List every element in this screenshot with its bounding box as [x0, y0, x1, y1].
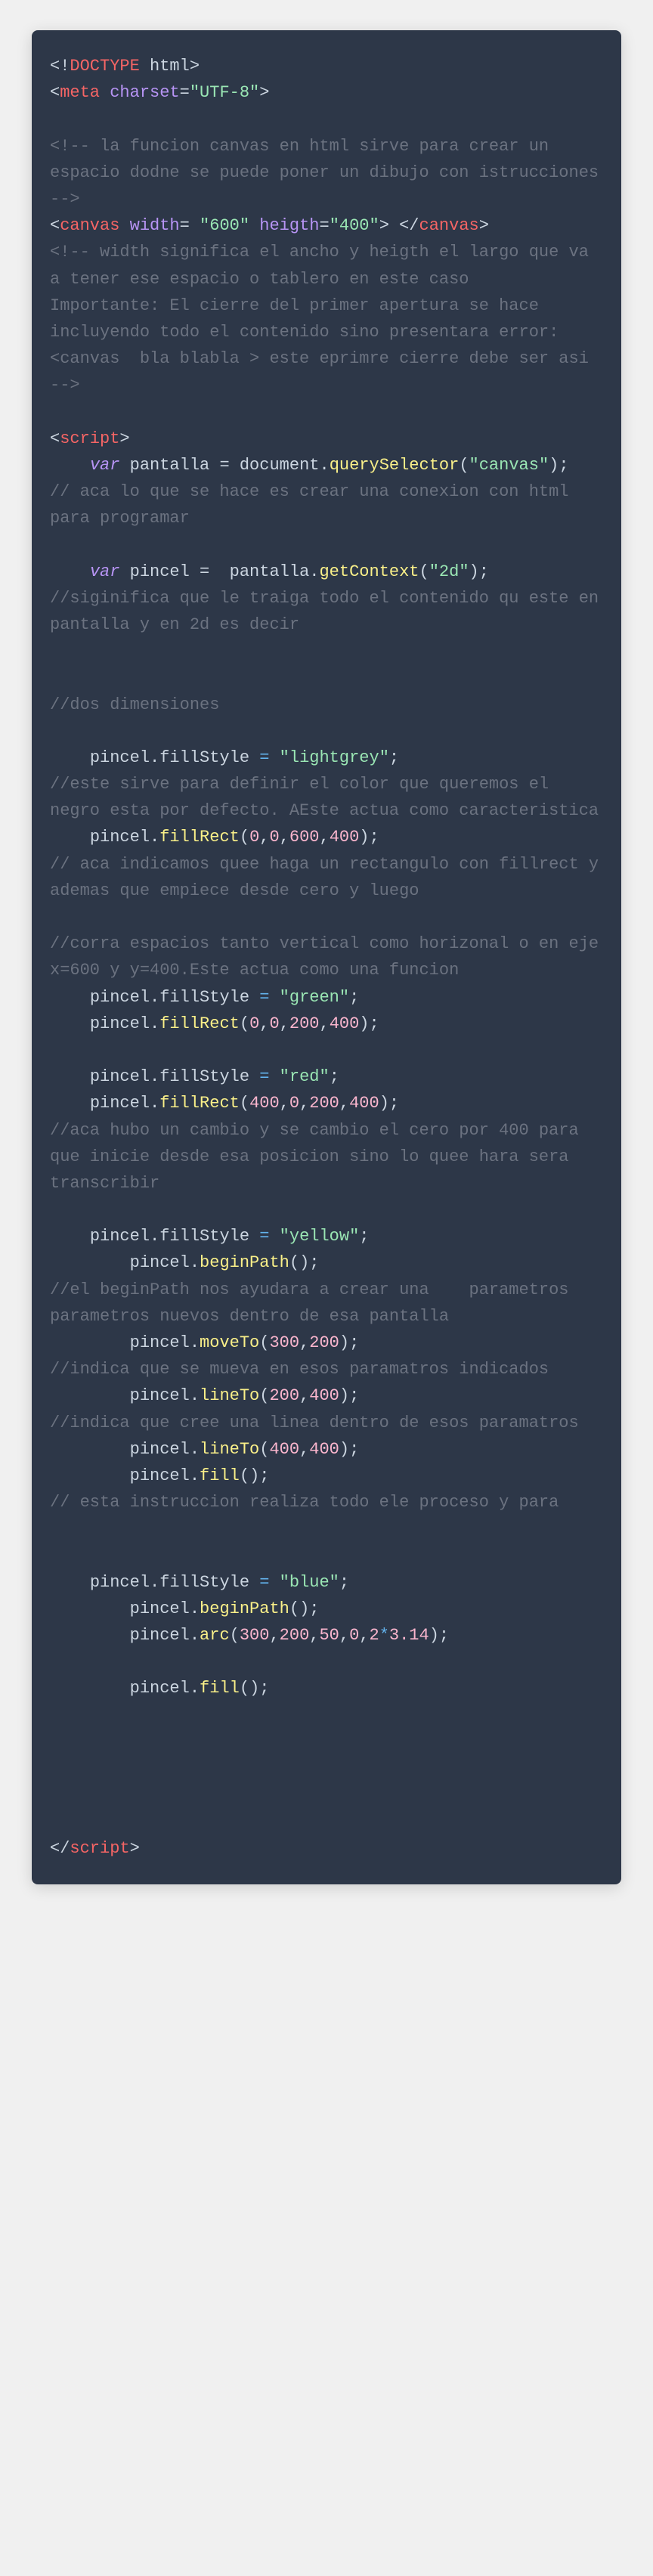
comment-canvas-intro: <!-- la funcion canvas en html sirve par… — [50, 137, 619, 209]
canvas-line: <canvas width= "600" heigth="400"> </can… — [50, 216, 489, 235]
meta-line: <meta charset="UTF-8"> — [50, 83, 269, 102]
code-editor: <!DOCTYPE html> <meta charset="UTF-8"> <… — [32, 30, 621, 1884]
method-fillrect: fillRect — [159, 828, 240, 847]
comment-red: //aca hubo un cambio y se cambio el cero… — [50, 1121, 589, 1193]
doctype-line: <!DOCTYPE html> — [50, 57, 200, 76]
method-queryselector: querySelector — [330, 456, 460, 475]
script-open-line: <script> — [50, 429, 130, 448]
comment-spaces: //corra espacios tanto vertical como hor… — [50, 934, 608, 980]
comment-connection: // aca lo que se hace es crear una conex… — [50, 482, 579, 528]
comment-dimensions: //dos dimensiones — [50, 695, 219, 714]
method-fill: fill — [200, 1466, 240, 1485]
method-arc: arc — [200, 1626, 230, 1645]
comment-lineto: //indica que cree una linea dentro de es… — [50, 1413, 579, 1432]
comment-fillrect: // aca indicamos quee haga un rectangulo… — [50, 855, 608, 900]
comment-canvas-explain: <!-- width significa el ancho y heigth e… — [50, 243, 608, 395]
script-close-line: </script> — [50, 1839, 140, 1858]
keyword-var: var — [90, 456, 120, 475]
comment-2d: //siginifica que le traiga todo el conte… — [50, 589, 608, 634]
method-getcontext: getContext — [319, 562, 419, 581]
comment-moveto: //indica que se mueva en esos paramatros… — [50, 1360, 549, 1379]
comment-fillstyle: //este sirve para definir el color que q… — [50, 775, 599, 820]
comment-fill: // esta instruccion realiza todo ele pro… — [50, 1493, 559, 1512]
method-beginpath: beginPath — [200, 1253, 289, 1272]
comment-beginpath: //el beginPath nos ayudara a crear una p… — [50, 1280, 579, 1326]
method-moveto: moveTo — [200, 1333, 259, 1352]
method-lineto: lineTo — [200, 1386, 259, 1405]
